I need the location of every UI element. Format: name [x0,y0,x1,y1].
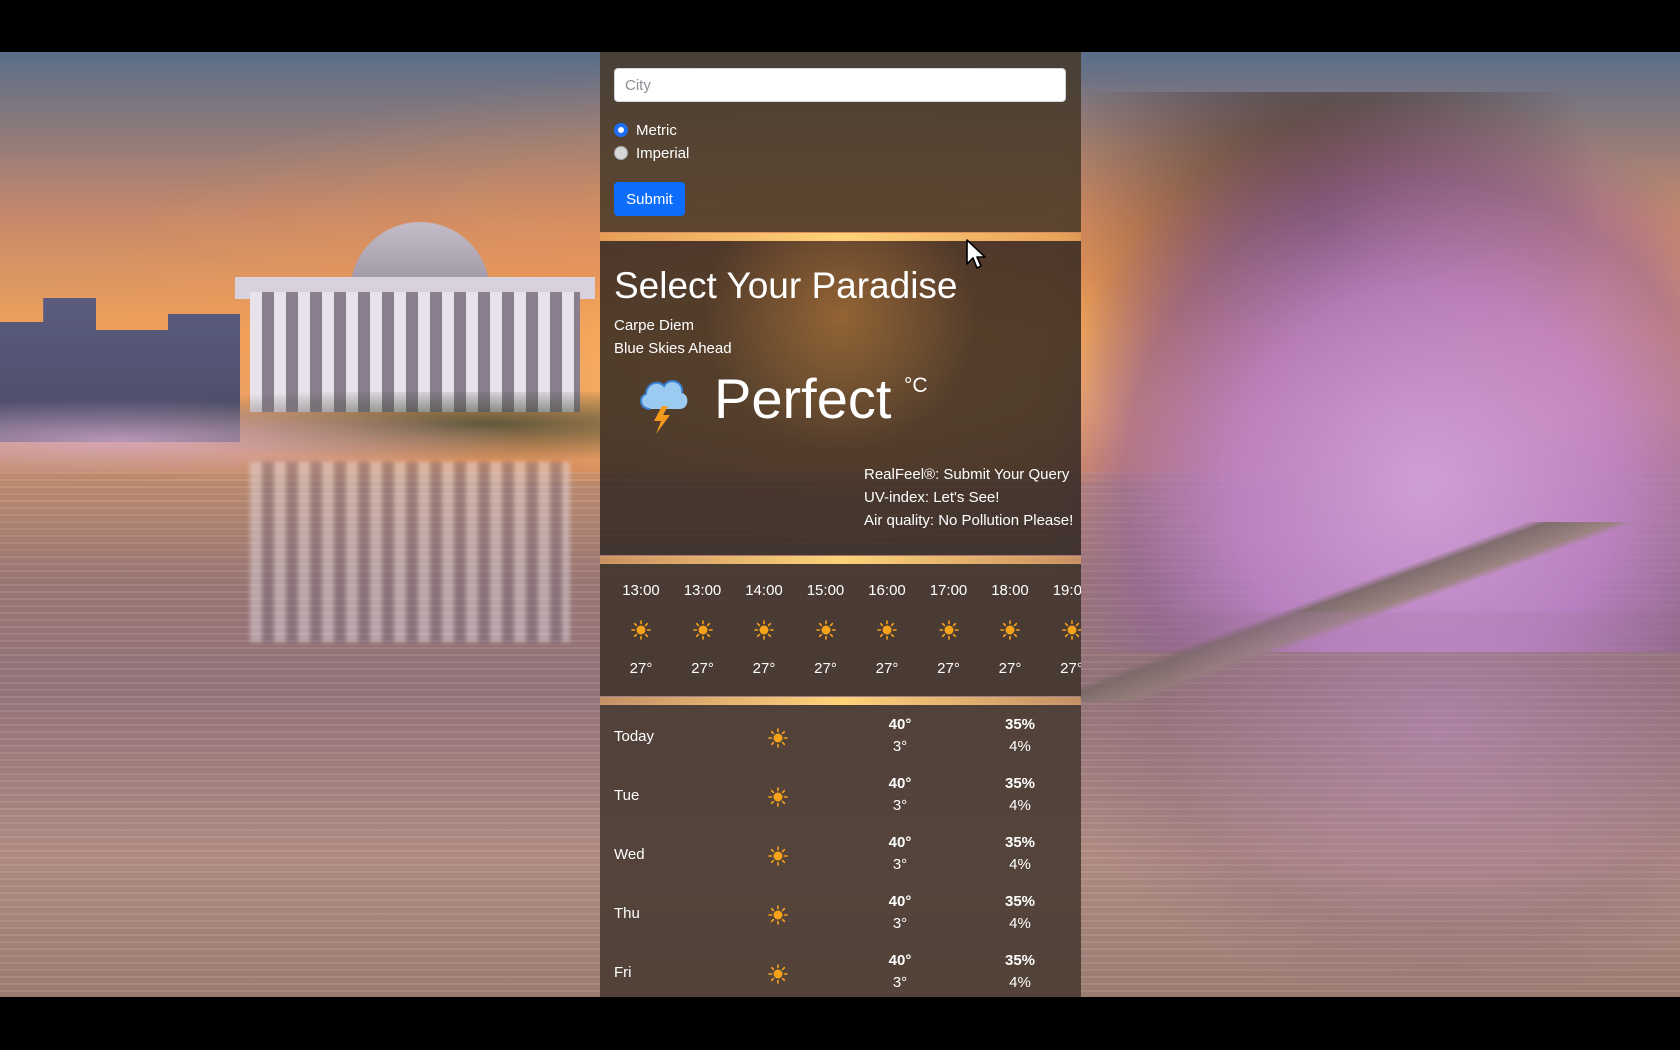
hour-time: 16:00 [868,582,906,599]
realfeel-text: RealFeel®: Submit Your Query [864,466,1070,483]
memorial-reflection [250,462,570,642]
day-percent-primary: 35% [1004,716,1036,733]
sun-icon [877,620,897,640]
day-name: Tue [614,787,640,804]
shore-trees [0,392,600,472]
hour-temp: 27° [998,660,1022,677]
sun-icon [938,620,959,640]
hour-temp: 27° [937,660,960,677]
hour-temp: 27° [814,660,837,677]
day-low-temp: 3° [892,797,908,814]
metric-radio[interactable] [614,123,628,137]
metric-label: Metric [636,121,677,139]
day-high-temp: 40° [888,716,912,733]
day-high-temp: 40° [888,952,912,969]
hour-temp: 27° [1060,660,1081,677]
day-percent-primary: 35% [1004,834,1036,851]
day-percent-primary: 35% [1004,775,1036,792]
hour-time: 19:00 [1052,582,1081,599]
imperial-label: Imperial [636,144,690,162]
imperial-radio[interactable] [614,146,628,160]
day-name: Fri [614,964,632,981]
temperature-unit: °C [904,374,928,397]
hour-temp: 27° [629,660,653,677]
daily-row: Thu 40° 3° 35% 4% [600,886,1081,944]
sun-icon [768,846,788,866]
sun-icon [1000,620,1020,640]
sun-icon [768,787,788,807]
sun-icon [815,620,836,640]
day-high-temp: 40° [888,893,912,910]
page-title: Select Your Paradise [614,265,958,306]
subtitle-motto: Carpe Diem [614,317,695,334]
day-percent-secondary: 4% [1009,738,1031,755]
section-divider [600,556,1081,564]
day-percent-secondary: 4% [1009,974,1031,991]
mouse-cursor-icon [966,239,986,269]
blossom-reflection [1080,612,1680,992]
sun-icon [768,905,788,925]
day-high-temp: 40° [888,834,912,851]
hour-time: 18:00 [991,582,1029,599]
daily-row: Wed 40° 3° 35% 4% [600,827,1081,885]
imperial-option[interactable]: Imperial [614,143,689,163]
day-low-temp: 3° [892,974,908,991]
day-name: Today [614,728,655,745]
daily-forecast: Today 40° 3° 35% 4% Tue 40° 3° 35% 4% Wed 40° 3° 35% 4… [600,705,1081,997]
day-name: Wed [614,846,645,863]
condition-text: Perfect [714,367,892,430]
section-divider [600,233,1081,241]
search-form: Metric Imperial Submit [600,52,1081,232]
submit-button[interactable]: Submit [614,182,685,216]
hour-time: 14:00 [745,582,783,599]
hour-time: 15:00 [806,582,845,599]
daily-row: Today 40° 3° 35% 4% [600,709,1081,767]
sun-icon [754,620,774,640]
sun-icon [768,728,788,748]
air-quality-text: Air quality: No Pollution Please! [864,512,1074,529]
day-low-temp: 3° [892,915,908,932]
hourly-forecast[interactable]: 13:00 27° 13:00 27° 14:00 27° 15:00 27° 16:00 27°… [600,564,1081,696]
day-percent-primary: 35% [1004,893,1036,910]
day-low-temp: 3° [892,738,908,755]
uv-index-text: UV-index: Let's See! [864,489,1000,506]
hour-time: 13:00 [622,582,660,599]
day-high-temp: 40° [888,775,912,792]
day-percent-primary: 35% [1004,952,1036,969]
day-percent-secondary: 4% [1009,797,1031,814]
sun-icon [768,964,788,984]
thunderstorm-cloud-icon [640,380,688,434]
day-name: Thu [614,905,640,922]
hour-temp: 27° [691,660,714,677]
current-weather-panel: Select Your Paradise Carpe Diem Blue Ski… [600,241,1081,555]
day-low-temp: 3° [892,856,908,873]
sun-icon [631,620,651,640]
weather-column: Metric Imperial Submit Select Your Parad… [600,52,1081,997]
sun-icon [692,620,713,640]
daily-row: Fri 40° 3° 35% 4% [600,945,1081,1003]
subtitle-forecast: Blue Skies Ahead [614,340,732,357]
hour-temp: 27° [752,660,776,677]
metric-option[interactable]: Metric [614,120,677,140]
daily-row: Tue 40° 3° 35% 4% [600,768,1081,826]
hour-time: 13:00 [683,582,722,599]
section-divider [600,697,1081,705]
day-percent-secondary: 4% [1009,915,1031,932]
sun-icon [1061,620,1081,640]
hour-time: 17:00 [929,582,968,599]
day-percent-secondary: 4% [1009,856,1031,873]
city-input[interactable] [614,68,1066,102]
hour-temp: 27° [875,660,899,677]
